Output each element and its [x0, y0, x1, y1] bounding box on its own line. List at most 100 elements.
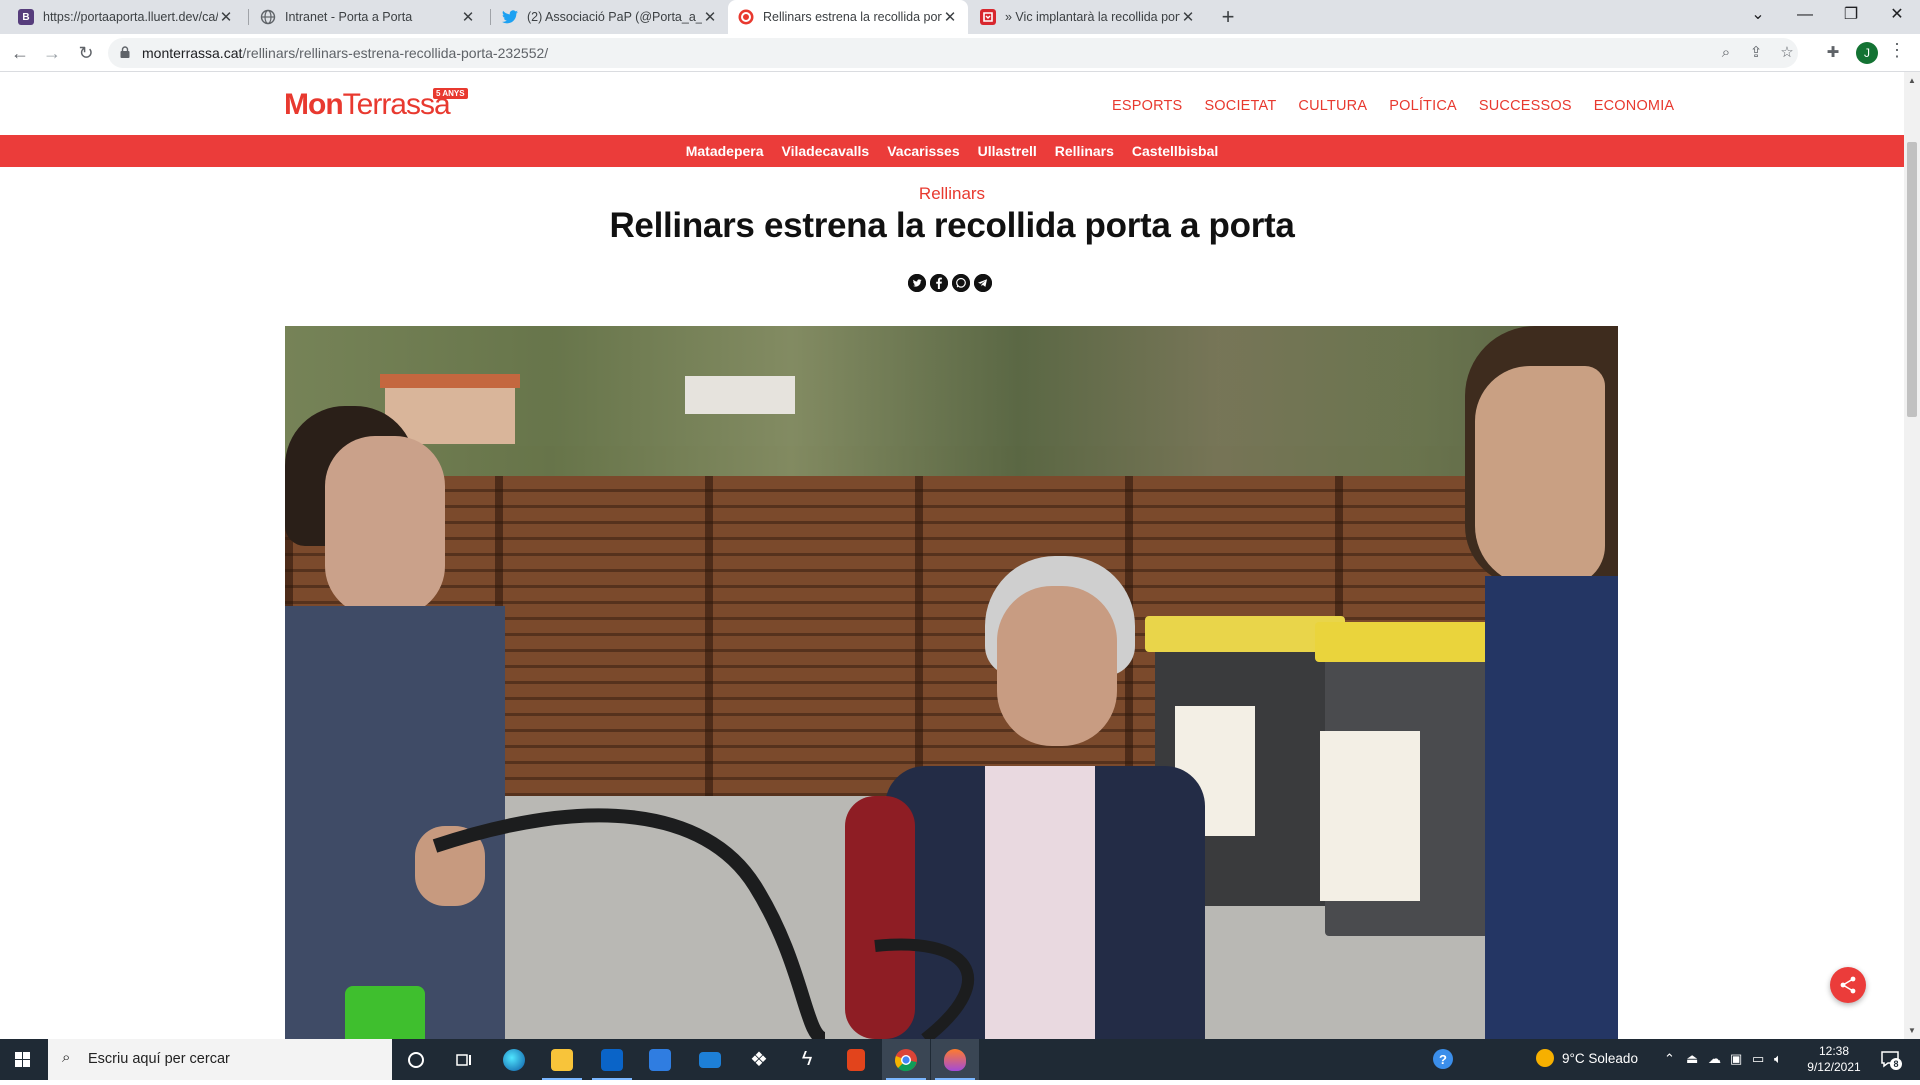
outlook-icon	[601, 1048, 623, 1071]
tab-title: Intranet - Porta a Porta	[285, 10, 413, 24]
taskbar-outlook[interactable]	[588, 1039, 636, 1080]
back-button[interactable]: ←	[6, 39, 34, 67]
facebook-icon[interactable]	[930, 274, 948, 292]
bootstrap-icon: B	[18, 9, 34, 25]
tab-title: https://portaaporta.lluert.dev/ca/	[43, 10, 218, 24]
browser-toolbar: ← → ↻ monterrassa.cat/rellinars/rellinar…	[0, 34, 1920, 72]
close-window-button[interactable]: ✕	[1874, 0, 1920, 34]
nav-ullastrell[interactable]: Ullastrell	[978, 143, 1037, 159]
nav-successos[interactable]: SUCCESSOS	[1479, 98, 1572, 114]
clock-time: 12:38	[1818, 1044, 1850, 1058]
search-placeholder: Escriu aquí per cercar	[88, 1051, 230, 1067]
browser-tab[interactable]: B https://portaaporta.lluert.dev/ca/ ✕	[8, 0, 244, 34]
minimize-button[interactable]: —	[1782, 0, 1828, 34]
black-hose	[432, 808, 975, 1039]
reload-button[interactable]: ↻	[72, 39, 100, 67]
taskbar-chrome[interactable]	[882, 1039, 930, 1080]
taskbar-clock[interactable]: 12:38 9/12/2021	[1800, 1043, 1868, 1075]
site-logo[interactable]: MonTerrassa 5 ANYS	[284, 88, 468, 128]
help-icon[interactable]: ?	[1432, 1048, 1454, 1073]
show-hidden-icons[interactable]: ⌃	[1664, 1051, 1675, 1067]
close-tab-icon[interactable]: ✕	[702, 8, 718, 26]
onedrive-icon[interactable]: ☁	[1708, 1051, 1721, 1067]
close-tab-icon[interactable]: ✕	[460, 8, 476, 26]
logo-part-1: Mon	[284, 88, 344, 121]
article-category[interactable]: Rellinars	[0, 184, 1904, 204]
task-view-button[interactable]	[440, 1039, 488, 1080]
sun-icon	[1536, 1049, 1554, 1067]
chrome-icon	[895, 1048, 917, 1071]
telegram-icon[interactable]	[974, 274, 992, 292]
taskbar-file-explorer[interactable]	[538, 1039, 586, 1080]
browser-menu-icon[interactable]: ⋮	[1888, 40, 1906, 61]
address-bar[interactable]: monterrassa.cat/rellinars/rellinars-estr…	[108, 38, 1798, 68]
forward-button[interactable]: →	[38, 39, 66, 67]
zoom-icon[interactable]: ⌕	[1715, 42, 1737, 64]
browser-tab[interactable]: » Vic implantarà la recollida port ✕	[970, 0, 1206, 34]
display-icon[interactable]: ▣	[1730, 1051, 1742, 1067]
twitter-icon[interactable]	[908, 274, 926, 292]
anniversary-badge: 5 ANYS	[433, 88, 468, 99]
taskbar-office[interactable]	[832, 1039, 880, 1080]
scrollbar-thumb[interactable]	[1907, 142, 1917, 417]
taskbar-mail[interactable]	[686, 1039, 734, 1080]
page-viewport: MonTerrassa 5 ANYS ESPORTS SOCIETAT CULT…	[0, 72, 1904, 1039]
profile-avatar[interactable]: J	[1856, 42, 1878, 64]
taskbar-store[interactable]	[636, 1039, 684, 1080]
weather-widget[interactable]: 9°C Soleado	[1536, 1049, 1638, 1067]
taskbar-app-flame[interactable]	[931, 1039, 979, 1080]
share-floating-button[interactable]	[1830, 967, 1866, 1003]
taskbar-dropbox[interactable]: ❖	[735, 1039, 783, 1080]
browser-tab[interactable]: (2) Associació PaP (@Porta_a_Por ✕	[492, 0, 728, 34]
page-scrollbar[interactable]: ▲ ▼	[1904, 72, 1920, 1039]
restore-button[interactable]: ❐	[1828, 0, 1874, 34]
usb-icon[interactable]: ⏏	[1686, 1051, 1698, 1067]
folder-icon	[551, 1048, 573, 1071]
start-button[interactable]	[0, 1039, 46, 1080]
town-navigation-bar: Matadepera Viladecavalls Vacarisses Ulla…	[0, 135, 1904, 167]
dropbox-icon: ❖	[750, 1049, 768, 1071]
globe-icon	[260, 9, 276, 25]
taskbar-edge[interactable]	[490, 1039, 538, 1080]
nav-matadepera[interactable]: Matadepera	[686, 143, 764, 159]
windows-taskbar: ⌕ Escriu aquí per cercar ❖ ϟ ? 9°C Solea…	[0, 1039, 1920, 1080]
nav-castellbisbal[interactable]: Castellbisbal	[1132, 143, 1218, 159]
url-text[interactable]: monterrassa.cat/rellinars/rellinars-estr…	[142, 45, 548, 61]
nav-cultura[interactable]: CULTURA	[1298, 98, 1367, 114]
tab-title: » Vic implantarà la recollida port	[1005, 10, 1180, 24]
cortana-button[interactable]	[392, 1039, 440, 1080]
scroll-up-icon[interactable]: ▲	[1908, 76, 1916, 85]
lock-icon[interactable]	[120, 46, 130, 58]
nav-economia[interactable]: ECONOMIA	[1594, 98, 1675, 114]
share-icon	[1840, 976, 1856, 994]
volume-icon[interactable]: 🔈︎	[1774, 1051, 1782, 1067]
nav-rellinars[interactable]: Rellinars	[1055, 143, 1114, 159]
nav-esports[interactable]: ESPORTS	[1112, 98, 1182, 114]
monterrassa-icon	[738, 9, 754, 25]
town-navigation: Matadepera Viladecavalls Vacarisses Ulla…	[0, 135, 1904, 167]
scroll-down-icon[interactable]: ▼	[1908, 1026, 1916, 1035]
whatsapp-icon[interactable]	[952, 274, 970, 292]
taskbar-app[interactable]: ϟ	[783, 1039, 831, 1080]
tab-search-icon[interactable]: ⌄	[1735, 0, 1781, 34]
news-icon	[980, 9, 996, 25]
share-page-icon[interactable]: ⇪	[1745, 42, 1767, 64]
new-tab-button[interactable]: +	[1215, 4, 1241, 30]
network-icon[interactable]: ▭	[1752, 1051, 1764, 1067]
nav-vacarisses[interactable]: Vacarisses	[887, 143, 959, 159]
article-hero-image[interactable]	[285, 326, 1618, 1039]
nav-politica[interactable]: POLÍTICA	[1389, 98, 1457, 114]
nav-societat[interactable]: SOCIETAT	[1204, 98, 1276, 114]
browser-tab-active[interactable]: Rellinars estrena la recollida port ✕	[728, 0, 968, 34]
notification-center-button[interactable]: 8	[1880, 1049, 1902, 1070]
extensions-icon[interactable]: ✚	[1822, 42, 1844, 64]
tab-separator	[248, 9, 249, 25]
bookmark-star-icon[interactable]: ☆	[1776, 42, 1798, 64]
browser-tab[interactable]: Intranet - Porta a Porta ✕	[250, 0, 486, 34]
close-tab-icon[interactable]: ✕	[218, 8, 234, 26]
taskbar-search-box[interactable]: ⌕ Escriu aquí per cercar	[48, 1039, 392, 1080]
nav-viladecavalls[interactable]: Viladecavalls	[782, 143, 870, 159]
close-tab-icon[interactable]: ✕	[942, 8, 958, 26]
store-icon	[649, 1048, 671, 1071]
close-tab-icon[interactable]: ✕	[1180, 8, 1196, 26]
